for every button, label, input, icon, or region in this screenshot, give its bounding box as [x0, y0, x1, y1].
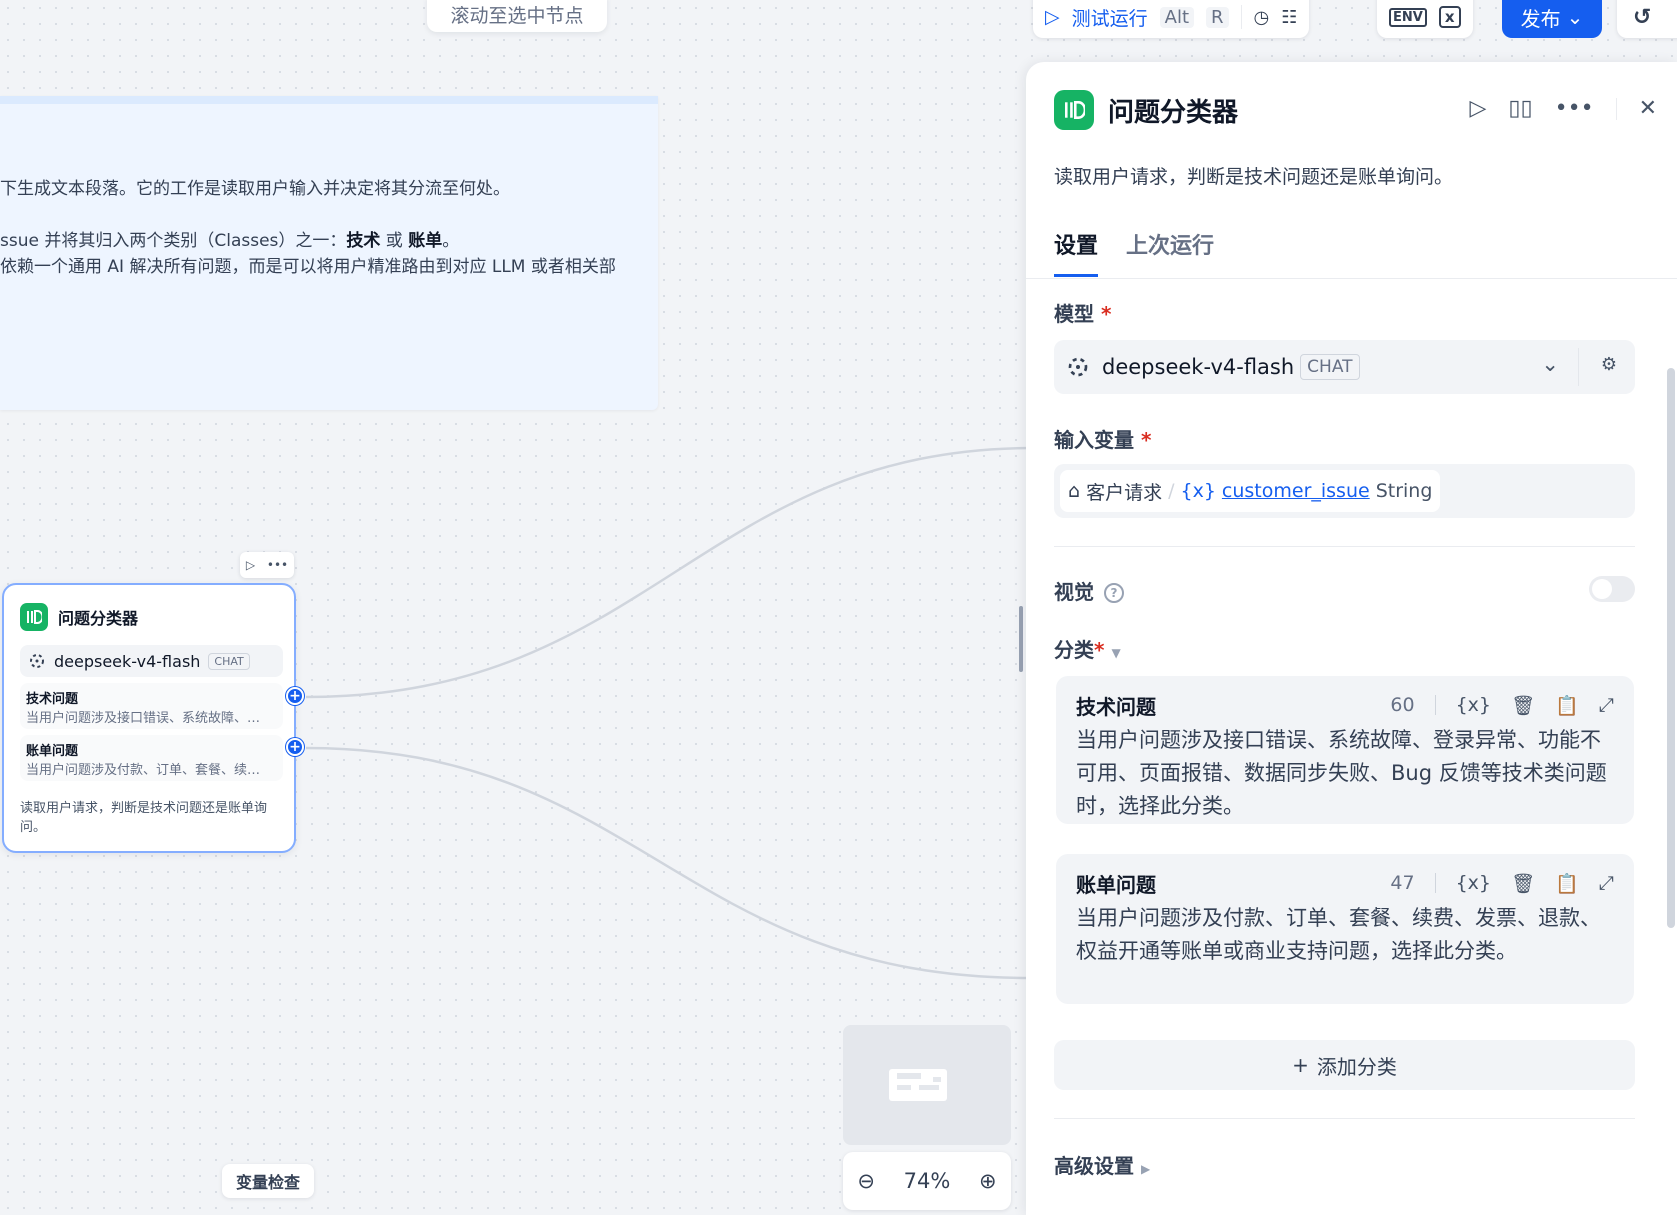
copy-icon[interactable]: 📋 [1555, 872, 1579, 895]
insert-variable-icon[interactable]: {x} [1456, 694, 1491, 716]
class-description[interactable]: 当用户问题涉及接口错误、系统故障、登录异常、功能不可用、页面报错、数据同步失败、… [1076, 724, 1614, 823]
node-class-item: 技术问题 当用户问题涉及接口错误、系统故障、登录异常、功能不可用 [20, 683, 283, 729]
expand-icon[interactable]: ⤢ [1599, 872, 1614, 894]
input-variable-label: 输入变量 * [1054, 428, 1152, 452]
node-description: 读取用户请求，判断是技术问题还是账单询问。 [20, 801, 268, 835]
variable-icon[interactable]: x [1438, 6, 1461, 28]
divider [1615, 97, 1617, 120]
tab-last-run[interactable]: 上次运行 [1126, 228, 1214, 277]
model-icon [1068, 357, 1088, 377]
scrollbar[interactable] [1667, 368, 1675, 928]
test-run-button[interactable]: 测试运行 [1072, 4, 1148, 31]
variable-icon: {x} [1180, 480, 1216, 502]
shortcut-key: Alt [1159, 6, 1195, 28]
run-history-icon[interactable]: ◷ [1254, 7, 1270, 28]
help-icon[interactable]: ? [1104, 583, 1124, 603]
run-node-icon[interactable]: ▷ [246, 558, 255, 572]
chat-badge: CHAT [1300, 354, 1360, 380]
node-class-item: 账单问题 当用户问题涉及付款、订单、套餐、续费、发票、退款 [20, 735, 283, 781]
class-title[interactable]: 技术问题 [1076, 691, 1390, 720]
test-run-group: ▷ 测试运行 Alt R ◷ ☷ [1033, 0, 1310, 38]
tab-settings[interactable]: 设置 [1054, 228, 1099, 277]
model-label: 模型 * [1054, 302, 1112, 326]
add-class-button[interactable]: + 添加分类 [1054, 1040, 1635, 1090]
question-classifier-node[interactable]: 问题分类器 deepseek-v4-flash CHAT 技术问题 当用户问题涉… [2, 583, 296, 853]
delete-icon[interactable]: 🗑 [1511, 872, 1535, 895]
variable-inspect-button[interactable]: 变量检查 [222, 1164, 314, 1198]
vision-label: 视觉? [1054, 576, 1124, 605]
class-1-output-handle[interactable]: + [286, 687, 304, 705]
model-name: deepseek-v4-flash [1102, 355, 1295, 379]
panel-description[interactable]: 读取用户请求，判断是技术问题还是账单询问。 [1054, 162, 1453, 189]
note-line-1: 下生成文本段落。它的工作是读取用户输入并决定将其分流至何处。 [0, 179, 510, 199]
delete-icon[interactable]: 🗑 [1511, 694, 1535, 717]
model-icon [30, 654, 44, 668]
class-title[interactable]: 账单问题 [1076, 869, 1390, 898]
input-variable-field[interactable]: ⌂ 客户请求 / {x} customer_issue String [1054, 464, 1635, 518]
shortcut-key: R [1206, 6, 1229, 28]
panel-resize-handle[interactable] [1019, 606, 1023, 672]
close-icon[interactable]: ✕ [1639, 96, 1657, 121]
zoom-out-icon[interactable]: ⊖ [857, 1169, 875, 1193]
model-selector[interactable]: deepseek-v4-flash CHAT ⌄ ⚙ [1054, 340, 1635, 394]
class-2-output-handle[interactable]: + [286, 738, 304, 756]
scroll-to-selected-button[interactable]: 滚动至选中节点 [427, 0, 607, 32]
history-group: ↺ [1617, 0, 1677, 38]
advanced-settings-toggle[interactable]: 高级设置 ▶ [1054, 1150, 1150, 1179]
checklist-icon[interactable]: ☷ [1281, 7, 1297, 28]
chat-badge: CHAT [208, 652, 250, 670]
vision-toggle[interactable] [1589, 576, 1635, 602]
divider [1578, 348, 1579, 386]
variable-chip[interactable]: ⌂ 客户请求 / {x} customer_issue String [1060, 470, 1441, 512]
play-icon[interactable]: ▷ [1045, 6, 1060, 28]
divider [1054, 546, 1635, 547]
env-icon[interactable]: ENV [1389, 7, 1427, 27]
chevron-down-icon: ⌄ [1566, 5, 1584, 29]
model-settings-icon[interactable]: ⚙ [1601, 354, 1617, 375]
divider [1240, 5, 1242, 29]
divider [1434, 695, 1436, 715]
node-model: deepseek-v4-flash CHAT [20, 645, 283, 677]
history-icon[interactable]: ↺ [1633, 5, 1651, 30]
class-description[interactable]: 当用户问题涉及付款、订单、套餐、续费、发票、退款、权益开通等账单或商业支持问题，… [1076, 902, 1614, 968]
caret-right-icon: ▶ [1140, 1162, 1151, 1176]
class-label[interactable]: 分类* ▼ [1054, 634, 1121, 663]
panel-title[interactable]: 问题分类器 [1108, 92, 1238, 129]
divider [1434, 873, 1436, 893]
char-count: 60 [1390, 694, 1415, 716]
zoom-in-icon[interactable]: ⊕ [979, 1169, 997, 1193]
classifier-icon [20, 603, 48, 631]
note-line-2: ssue 并将其归入两个类别（Classes）之一：技术 或 账单。 [0, 231, 460, 251]
home-icon: ⌂ [1068, 480, 1081, 502]
tabs-divider [1026, 278, 1677, 279]
zoom-level[interactable]: 74% [904, 1169, 951, 1193]
copy-icon[interactable]: 📋 [1555, 694, 1579, 717]
insert-variable-icon[interactable]: {x} [1456, 872, 1491, 894]
plus-icon: + [1292, 1053, 1309, 1077]
note-card[interactable]: 下生成文本段落。它的工作是读取用户输入并决定将其分流至何处。 ssue 并将其归… [0, 96, 658, 410]
divider [1054, 1118, 1635, 1119]
publish-button[interactable]: 发布 ⌄ [1502, 0, 1602, 38]
expand-icon[interactable]: ⤢ [1599, 694, 1614, 716]
env-group: ENV x [1377, 0, 1473, 38]
class-card[interactable]: 技术问题 60 {x} 🗑 📋 ⤢ 当用户问题涉及接口错误、系统故障、登录异常、… [1056, 676, 1634, 824]
node-settings-panel: 问题分类器 ▷ ▯▯ ••• ✕ 读取用户请求，判断是技术问题还是账单询问。 设… [1026, 62, 1677, 1215]
node-title: 问题分类器 [58, 609, 139, 628]
chevron-down-icon[interactable]: ⌄ [1541, 352, 1559, 376]
zoom-controls: ⊖ 74% ⊕ [843, 1152, 1011, 1210]
classifier-icon [1054, 90, 1094, 130]
char-count: 47 [1390, 872, 1415, 894]
caret-down-icon: ▼ [1111, 646, 1121, 660]
more-icon[interactable]: ••• [1555, 96, 1594, 121]
minimap[interactable] [843, 1025, 1011, 1145]
run-node-icon[interactable]: ▷ [1469, 96, 1486, 121]
docs-icon[interactable]: ▯▯ [1508, 96, 1532, 121]
more-icon[interactable]: ••• [267, 558, 288, 572]
node-action-bar: ▷ ••• [240, 552, 294, 578]
note-line-3: 依赖一个通用 AI 解决所有问题，而是可以将用户精准路由到对应 LLM 或者相关… [0, 257, 616, 277]
class-card[interactable]: 账单问题 47 {x} 🗑 📋 ⤢ 当用户问题涉及付款、订单、套餐、续费、发票、… [1056, 854, 1634, 1004]
